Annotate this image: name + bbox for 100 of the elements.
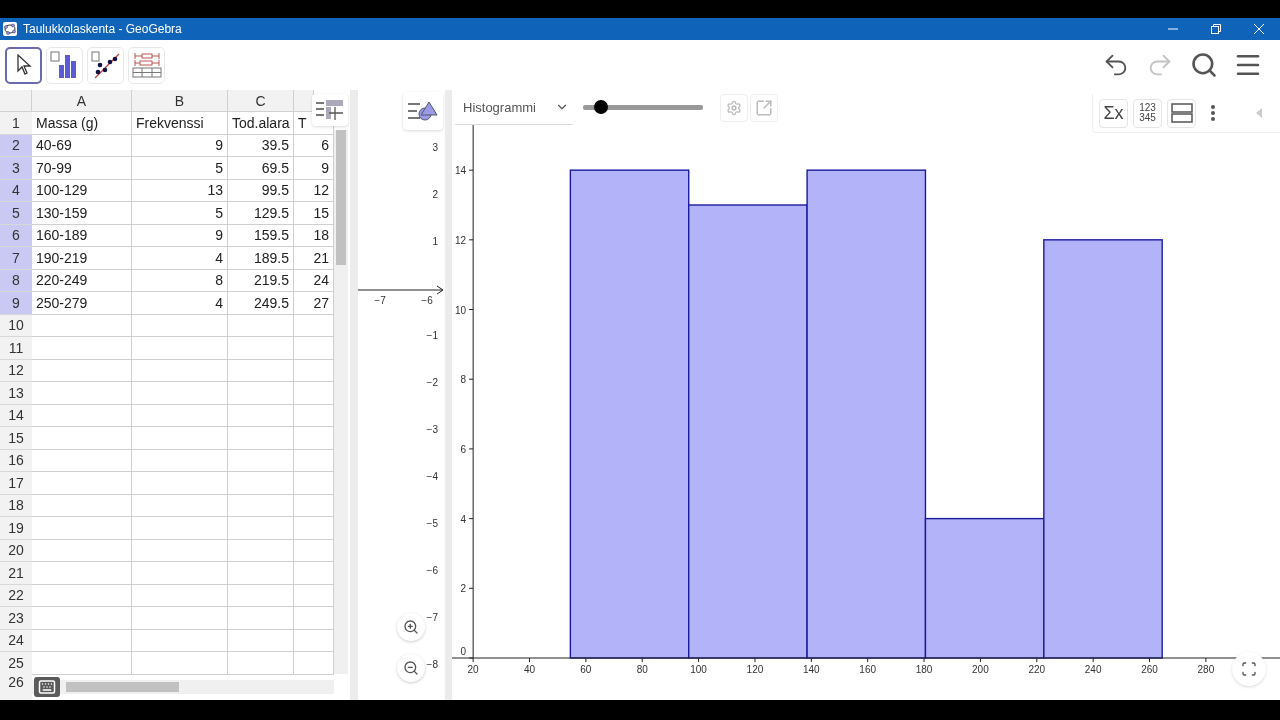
row-header[interactable]: 3	[0, 157, 32, 180]
axis-label: 100	[690, 664, 707, 675]
axis-label: 40	[523, 664, 536, 675]
axis-label: 1	[432, 236, 438, 247]
row-header[interactable]: 22	[0, 584, 32, 607]
axis-label: 6	[460, 443, 467, 455]
table-cell: 250-279	[32, 292, 132, 315]
axis-label: 3	[432, 142, 438, 153]
window-title: Taulukkolaskenta - GeoGebra	[23, 22, 183, 36]
app-icon	[3, 22, 17, 36]
table-cell: 70-99	[32, 157, 132, 180]
table-cell: 5	[132, 157, 228, 180]
row-header[interactable]: 9	[0, 292, 32, 315]
table-cell: 9	[132, 224, 228, 247]
row-header[interactable]: 17	[0, 472, 32, 495]
row-header[interactable]: 24	[0, 629, 32, 652]
tool-button[interactable]	[5, 46, 42, 84]
row-header[interactable]: 15	[0, 427, 32, 450]
axis-label: 2	[432, 189, 438, 200]
axis-label: −8	[426, 659, 438, 670]
axis-label: 140	[803, 664, 820, 675]
keyboard-icon	[38, 678, 56, 696]
table-cell: 9	[132, 134, 228, 157]
fullscreen-icon	[1241, 661, 1257, 677]
zoom-in-button[interactable]	[397, 613, 425, 641]
row-header[interactable]: 21	[0, 562, 32, 585]
row-header[interactable]: 13	[0, 382, 32, 405]
row-header[interactable]: 11	[0, 337, 32, 360]
row-header[interactable]: 1	[0, 112, 32, 135]
close-icon	[1253, 24, 1264, 34]
column-header[interactable]: C	[228, 90, 294, 112]
table-cell	[228, 562, 294, 585]
table-cell: 69.5	[228, 157, 294, 180]
row-header[interactable]: 25	[0, 652, 32, 675]
table-cell: 99.5	[228, 179, 294, 202]
triangle-icon	[1256, 108, 1262, 118]
statistics-button[interactable]: Σx	[1099, 98, 1128, 128]
fullscreen-button[interactable]	[1232, 652, 1266, 686]
row-header[interactable]: 19	[0, 517, 32, 540]
axis-label: 160	[859, 664, 877, 675]
horizontal-scrollbar[interactable]	[32, 680, 334, 694]
column-header[interactable]: A	[32, 90, 132, 112]
table-cell: Massa (g)	[32, 112, 132, 135]
table-cell	[228, 337, 294, 360]
pointer-icon	[15, 54, 32, 76]
zoom-out-icon	[403, 660, 419, 676]
slider-thumb[interactable]	[594, 100, 608, 114]
table-cell: Tod.alara	[228, 112, 294, 135]
axis-label: 260	[1141, 664, 1158, 675]
axis-label: −2	[426, 377, 438, 388]
axis-label: 14	[455, 165, 467, 177]
layout-button[interactable]	[1167, 98, 1196, 128]
row-header[interactable]: 20	[0, 539, 32, 562]
axis-label: 200	[972, 664, 989, 675]
table-cell	[228, 539, 294, 562]
row-header[interactable]: 8	[0, 269, 32, 292]
more-icon	[1211, 105, 1215, 121]
style-bar-button[interactable]	[403, 92, 443, 130]
table-cell	[228, 449, 294, 472]
axis-label: −5	[426, 518, 438, 529]
spreadsheet-style-icon	[315, 99, 345, 121]
row-header[interactable]: 4	[0, 179, 32, 202]
table-cell: 13	[132, 179, 228, 202]
row-header[interactable]: 14	[0, 404, 32, 427]
column-header[interactable]: B	[132, 90, 228, 112]
row-header[interactable]: 10	[0, 314, 32, 337]
axis-label: −7	[374, 295, 386, 306]
row-header[interactable]: 16	[0, 449, 32, 472]
axis-label: 220	[1028, 664, 1046, 675]
zoom-out-button[interactable]	[397, 654, 425, 682]
row-header[interactable]: 23	[0, 607, 32, 630]
table-cell: 130-159	[32, 202, 132, 225]
row-header[interactable]: 12	[0, 359, 32, 382]
keyboard-button[interactable]	[34, 677, 60, 697]
settings-icon	[726, 99, 742, 116]
table-cell: 190-219	[32, 247, 132, 270]
data-button[interactable]: 123 345	[1133, 98, 1162, 128]
axis-label: 180	[915, 664, 933, 675]
axis-label: 120	[746, 664, 764, 675]
restore-icon	[1210, 24, 1221, 34]
row-header[interactable]: 18	[0, 494, 32, 517]
row-header[interactable]: 6	[0, 224, 32, 247]
row-header[interactable]: 26	[0, 674, 32, 700]
table-cell	[228, 629, 294, 652]
axis-label: 0	[460, 646, 467, 657]
axis-label: 4	[460, 513, 467, 525]
axis-label: 12	[455, 234, 467, 246]
table-cell	[228, 652, 294, 675]
row-header[interactable]: 2	[0, 134, 32, 157]
axis-label: −3	[426, 424, 438, 435]
table-cell: 189.5	[228, 247, 294, 270]
row-header[interactable]: 5	[0, 202, 32, 225]
table-cell: 249.5	[228, 292, 294, 315]
style-bar-button[interactable]	[312, 94, 348, 126]
vertical-scrollbar[interactable]	[334, 130, 348, 674]
table-cell	[228, 427, 294, 450]
row-header[interactable]: 7	[0, 247, 32, 270]
table-cell: 4	[132, 247, 228, 270]
table-cell: 100-129	[32, 179, 132, 202]
table-cell: 129.5	[228, 202, 294, 225]
